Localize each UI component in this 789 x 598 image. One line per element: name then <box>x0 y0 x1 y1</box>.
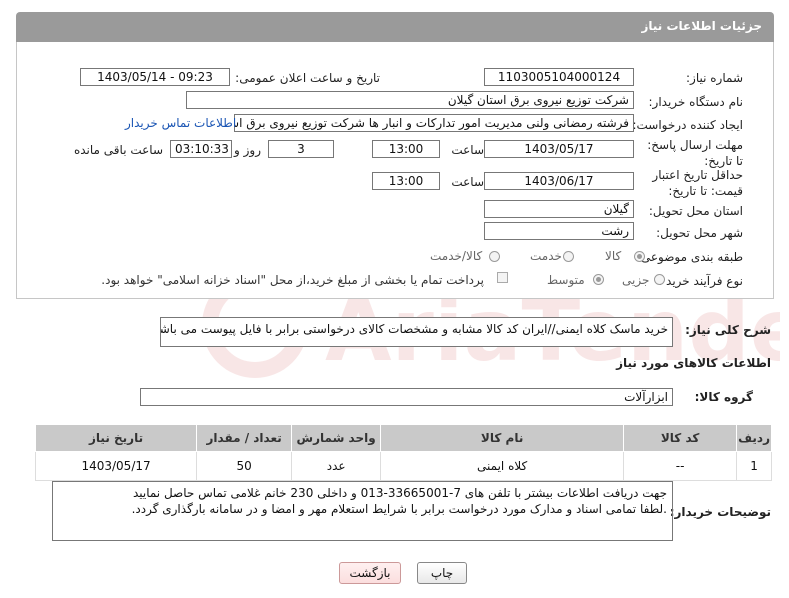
price-time-field[interactable]: 13:00 <box>372 172 440 190</box>
announce-label: تاریخ و ساعت اعلان عمومی: <box>235 71 380 85</box>
buyer-notes-line-1: جهت دریافت اطلاعات بیشتر با تلفن های 7-3… <box>132 486 667 500</box>
treasury-payment-note: پرداخت تمام یا بخشی از مبلغ خرید،از محل … <box>101 273 484 287</box>
price-validity-label: حداقل تاریخ اعتبار قیمت: تا تاریخ: <box>652 168 743 198</box>
panel-header: جزئیات اطلاعات نیاز <box>16 12 774 42</box>
need-number-field[interactable]: 1103005104000124 <box>484 68 634 86</box>
description-field[interactable]: خرید ماسک کلاه ایمنی//ایران کد کالا مشاب… <box>160 317 673 347</box>
goods-group-label: گروه کالا: <box>694 390 753 404</box>
province-label: استان محل تحویل: <box>648 204 743 218</box>
reply-deadline-label: مهلت ارسال پاسخ: تا تاریخ: <box>647 138 743 168</box>
col-code: کد کالا <box>623 424 738 452</box>
purchase-radio-minor[interactable] <box>654 274 665 285</box>
city-field[interactable]: رشت <box>484 222 634 240</box>
category-option-goods-service: کالا/خدمت <box>430 249 483 263</box>
cell-date: 1403/05/17 <box>34 451 198 481</box>
purchase-radio-medium[interactable] <box>593 274 604 285</box>
price-date-field[interactable]: 1403/06/17 <box>484 172 634 190</box>
reply-time-field[interactable]: 13:00 <box>372 140 440 158</box>
category-option-goods: کالا <box>605 249 622 263</box>
need-number-label: شماره نیاز: <box>686 71 743 85</box>
creator-field[interactable]: فرشته رمضانی ولنی مدیریت امور تدارکات و … <box>234 114 634 132</box>
category-radio-goods[interactable] <box>634 251 645 262</box>
buyer-notes-field[interactable]: جهت دریافت اطلاعات بیشتر با تلفن های 7-3… <box>52 481 673 541</box>
goods-section-title: اطلاعات کالاهای مورد نیاز <box>616 356 771 370</box>
days-label: روز و <box>234 143 261 157</box>
purchase-type-label: نوع فرآیند خرید : <box>658 274 743 288</box>
cell-unit: عدد <box>291 451 382 481</box>
creator-label: ایجاد کننده درخواست: <box>632 118 743 132</box>
purchase-option-medium: متوسط <box>547 273 585 287</box>
col-qty: تعداد / مقدار <box>196 424 293 452</box>
goods-table-header: ردیف کد کالا نام کالا واحد شمارش تعداد /… <box>34 424 772 452</box>
cell-row: 1 <box>736 451 772 481</box>
goods-table: ردیف کد کالا نام کالا واحد شمارش تعداد /… <box>34 424 772 481</box>
purchase-option-minor: جزیی <box>622 273 650 287</box>
buyer-org-label: نام دستگاه خریدار: <box>648 95 744 109</box>
col-row: ردیف <box>736 424 772 452</box>
cell-code: -- <box>623 451 738 481</box>
city-label: شهر محل تحویل: <box>656 226 743 240</box>
category-option-service: خدمت <box>530 249 562 263</box>
col-date: تاریخ نیاز <box>34 424 198 452</box>
buyer-org-field[interactable]: شرکت توزیع نیروی برق استان گیلان <box>186 91 634 109</box>
reply-time-label: ساعت <box>451 143 484 157</box>
category-label: طبقه بندی موضوعی: <box>636 250 743 264</box>
buyer-notes-line-2: .لطفا تمامی اسناد و مدارک مورد درخواست ب… <box>131 502 667 516</box>
remaining-label: ساعت باقی مانده <box>73 143 163 157</box>
buyer-notes-label: توضیحات خریدار: <box>669 505 771 519</box>
category-radio-goods-service[interactable] <box>489 251 500 262</box>
province-field[interactable]: گیلان <box>484 200 634 218</box>
print-button[interactable]: چاپ <box>417 562 467 584</box>
page-title: جزئیات اطلاعات نیاز <box>641 19 762 33</box>
col-name: نام کالا <box>380 424 625 452</box>
description-label: شرح کلی نیاز: <box>685 323 771 337</box>
goods-group-field[interactable]: ابزارآلات <box>140 388 673 406</box>
back-button[interactable]: بازگشت <box>339 562 401 584</box>
days-remaining-field[interactable]: 3 <box>268 140 334 158</box>
treasury-payment-checkbox[interactable] <box>497 272 508 283</box>
buyer-contact-link[interactable]: اطلاعات تماس خریدار <box>125 116 236 130</box>
reply-date-field[interactable]: 1403/05/17 <box>484 140 634 158</box>
cell-qty: 50 <box>196 451 293 481</box>
table-row[interactable]: 1 -- کلاه ایمنی عدد 50 1403/05/17 <box>34 451 772 481</box>
announce-field[interactable]: 1403/05/14 - 09:23 <box>80 68 230 86</box>
category-radio-service[interactable] <box>563 251 574 262</box>
cell-name: کلاه ایمنی <box>380 451 625 481</box>
price-time-label: ساعت <box>451 175 484 189</box>
col-unit: واحد شمارش <box>291 424 382 452</box>
remaining-time-field[interactable]: 03:10:33 <box>170 140 232 158</box>
